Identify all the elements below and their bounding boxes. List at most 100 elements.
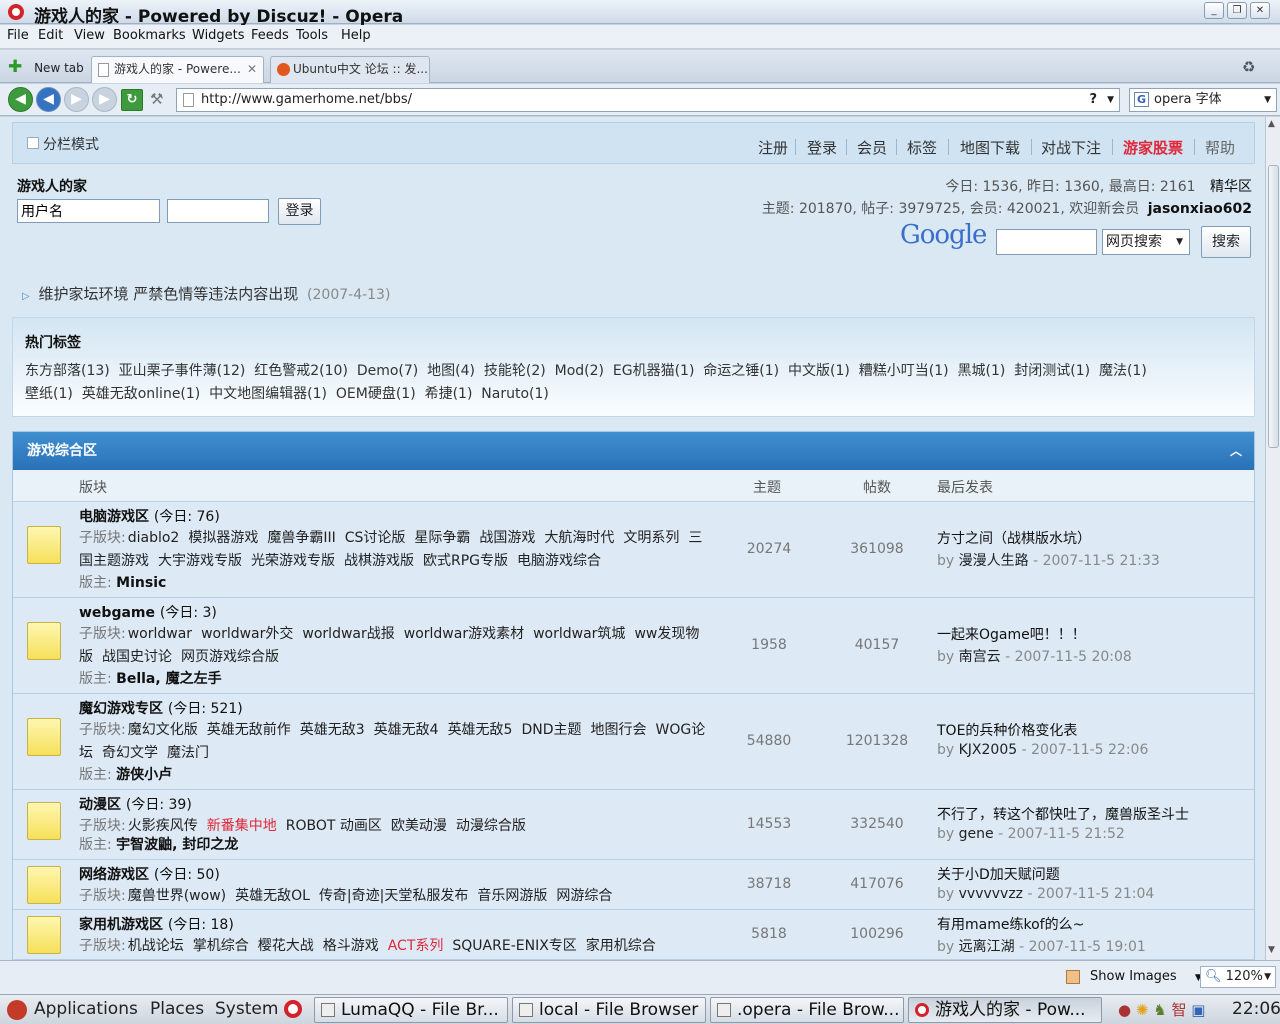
scroll-thumb[interactable] [1268,165,1279,448]
new-tab-button[interactable]: ✚ New tab [8,57,84,79]
tags-line[interactable]: 东方部落(13) 亚山栗子事件薄(12) 红色警戒2(10) Demo(7) 地… [25,360,1147,380]
tab-close-icon[interactable]: ✕ [247,57,257,81]
subforum-link[interactable]: 大航海时代 [544,530,614,546]
google-search-input[interactable] [996,229,1097,255]
announcement[interactable]: ▷ 维护家坛环境 严禁色情等违法内容出现 (2007-4-13) [22,283,390,304]
subforum-link[interactable]: worldwar筑城 [533,626,625,642]
menu-tools[interactable]: Tools [296,28,328,43]
applications-menu[interactable]: Applications [34,999,138,1019]
subforum-link[interactable]: 动漫综合版 [456,818,526,834]
subforum-link[interactable]: 网页游戏综合版 [181,649,279,665]
nav-login[interactable]: 登录 [807,137,837,158]
forum-name[interactable]: webgame (今日: 3) [79,602,217,622]
moderator-link[interactable]: Minsic [116,575,166,591]
subforum-link[interactable]: SQUARE-ENIX专区 [452,938,576,954]
nav-map-download[interactable]: 地图下载 [960,137,1020,158]
subforum-link[interactable]: 英雄无敌OL [235,888,310,904]
subforum-link[interactable]: 传奇|奇迹|天堂私服发布 [319,888,468,904]
task-lumaqq[interactable]: LumaQQ - File Br... [314,997,508,1023]
subforum-link[interactable]: worldwar战报 [302,626,394,642]
menu-edit[interactable]: Edit [38,28,63,43]
nav-help[interactable]: 帮助 [1205,137,1235,158]
nav-register[interactable]: 注册 [758,137,788,158]
menu-file[interactable]: File [7,28,29,43]
subforum-link[interactable]: 电脑游戏综合 [517,553,601,569]
menu-view[interactable]: View [74,28,105,43]
split-mode-label[interactable]: 分栏模式 [43,134,99,154]
subforum-link[interactable]: 掌机综合 [193,938,249,954]
scroll-down-icon[interactable]: ▼ [1268,945,1275,955]
moderator-link[interactable]: 游侠小卢 [116,767,172,783]
subforum-link[interactable]: worldwar外交 [201,626,293,642]
subforum-link[interactable]: 音乐网游版 [477,888,547,904]
nav-tags[interactable]: 标签 [907,137,937,158]
trash-icon[interactable]: ♻ [1242,58,1255,76]
dropdown-arrow-icon[interactable]: ▼ [1264,89,1271,111]
last-post-title[interactable]: 方寸之间（战棋版水坑） [937,528,1091,548]
search-scope-select[interactable]: 网页搜索 ▼ [1102,229,1190,255]
subforum-link[interactable]: 英雄无敌3 [300,722,365,738]
last-post-user[interactable]: vvvvvvzz [959,886,1023,902]
forum-name[interactable]: 电脑游戏区 (今日: 76) [79,506,220,526]
ime-tray-icon[interactable]: 智 [1171,1001,1186,1019]
forum-name[interactable]: 魔幻游戏专区 (今日: 521) [79,698,243,718]
dropdown-arrow-icon[interactable]: ▼ [1107,89,1114,111]
nav-stock[interactable]: 游家股票 [1123,137,1183,158]
last-post-title[interactable]: 不行了，转这个都快吐了，魔兽版圣斗士 [937,804,1189,824]
new-member-link[interactable]: jasonxiao602 [1148,201,1252,217]
minimize-button[interactable]: _ [1204,2,1224,19]
last-post-title[interactable]: 关于小D加天赋问题 [937,864,1060,884]
subforum-link[interactable]: 火影疾风传 [128,818,198,834]
maximize-button[interactable]: ❐ [1227,2,1247,19]
subforum-link[interactable]: 英雄无敌5 [448,722,513,738]
subforum-link[interactable]: 欧美动漫 [391,818,447,834]
tab-gamerhome[interactable]: 游戏人的家 - Powere... ✕ [91,56,264,83]
subforum-link[interactable]: 光荣游戏专版 [251,553,335,569]
last-post-user[interactable]: 远离江湖 [959,939,1015,955]
vertical-scrollbar[interactable]: ▲ ▼ [1265,117,1280,960]
subforum-link[interactable]: worldwar [128,626,192,642]
subforum-link[interactable]: ACT系列 [388,938,444,954]
show-images-select[interactable]: Show Images ▼ [1090,969,1202,984]
help-icon[interactable]: ? [1089,89,1097,111]
places-menu[interactable]: Places [150,999,204,1019]
last-post-title[interactable]: TOE的兵种价格变化表 [937,720,1077,740]
subforum-link[interactable]: 大宇游戏专版 [158,553,242,569]
subforum-link[interactable]: 魔兽争霸III [267,530,335,546]
forum-name[interactable]: 网络游戏区 (今日: 50) [79,864,220,884]
task-opera-browser[interactable]: 游戏人的家 - Pow... [908,997,1102,1023]
subforum-link[interactable]: 英雄无敌前作 [207,722,291,738]
subforum-link[interactable]: 战国游戏 [479,530,535,546]
username-input[interactable] [17,199,160,223]
subforum-link[interactable]: 英雄无敌4 [374,722,439,738]
subforum-link[interactable]: 模拟器游戏 [188,530,258,546]
address-field[interactable]: http://www.gamerhome.net/bbs/ ? ▼ [176,88,1120,112]
forward-button[interactable]: ▶ [64,87,89,112]
subforum-link[interactable]: 战棋游戏版 [344,553,414,569]
subforum-link[interactable]: 格斗游戏 [323,938,379,954]
subforum-link[interactable]: 奇幻文学 [102,745,158,761]
login-button[interactable]: 登录 [278,198,321,225]
moderator-link[interactable]: Bella, 魔之左手 [116,671,221,687]
scroll-up-icon[interactable]: ▲ [1268,119,1275,129]
opera-launcher-icon[interactable] [284,1000,302,1018]
game-tray-icon[interactable]: ♞ [1153,1001,1166,1019]
task-opera-folder[interactable]: .opera - File Brow... [710,997,904,1023]
subforum-link[interactable]: 樱花大战 [258,938,314,954]
rewind-button[interactable]: ◀ [36,87,61,112]
subforum-link[interactable]: 魔兽世界(wow) [128,888,226,904]
subforum-link[interactable]: 魔法门 [167,745,209,761]
nav-members[interactable]: 会员 [857,137,887,158]
subforum-link[interactable]: 魔幻文化版 [128,722,198,738]
menu-widgets[interactable]: Widgets [192,28,245,43]
opera-tray-icon[interactable]: ● [1118,1001,1131,1019]
split-mode-checkbox[interactable] [27,137,39,149]
task-local[interactable]: local - File Browser [512,997,706,1023]
fast-forward-button[interactable]: ▶ [92,87,117,112]
subforum-link[interactable]: 地图行会 [591,722,647,738]
subforum-link[interactable]: CS讨论版 [345,530,406,546]
subforum-link[interactable]: 新番集中地 [207,818,277,834]
last-post-title[interactable]: 一起来Ogame吧！！！ [937,624,1086,644]
reload-icon[interactable]: ↻ [121,89,143,111]
subforum-link[interactable]: DND主题 [521,722,581,738]
